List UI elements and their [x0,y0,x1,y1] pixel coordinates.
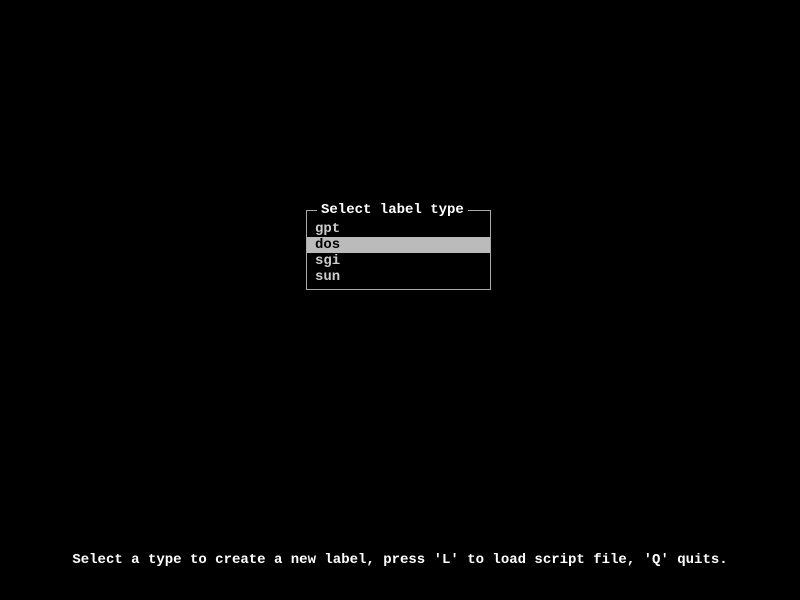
status-bar: Select a type to create a new label, pre… [0,552,800,568]
option-gpt[interactable]: gpt [307,221,490,237]
option-dos[interactable]: dos [307,237,490,253]
dialog-title-wrap: Select label type [317,202,468,218]
select-label-type-dialog: Select label type gpt dos sgi sun [306,210,491,290]
options-list: gpt dos sgi sun [307,211,490,289]
option-sun[interactable]: sun [307,269,490,285]
dialog-title: Select label type [321,202,464,218]
option-sgi[interactable]: sgi [307,253,490,269]
